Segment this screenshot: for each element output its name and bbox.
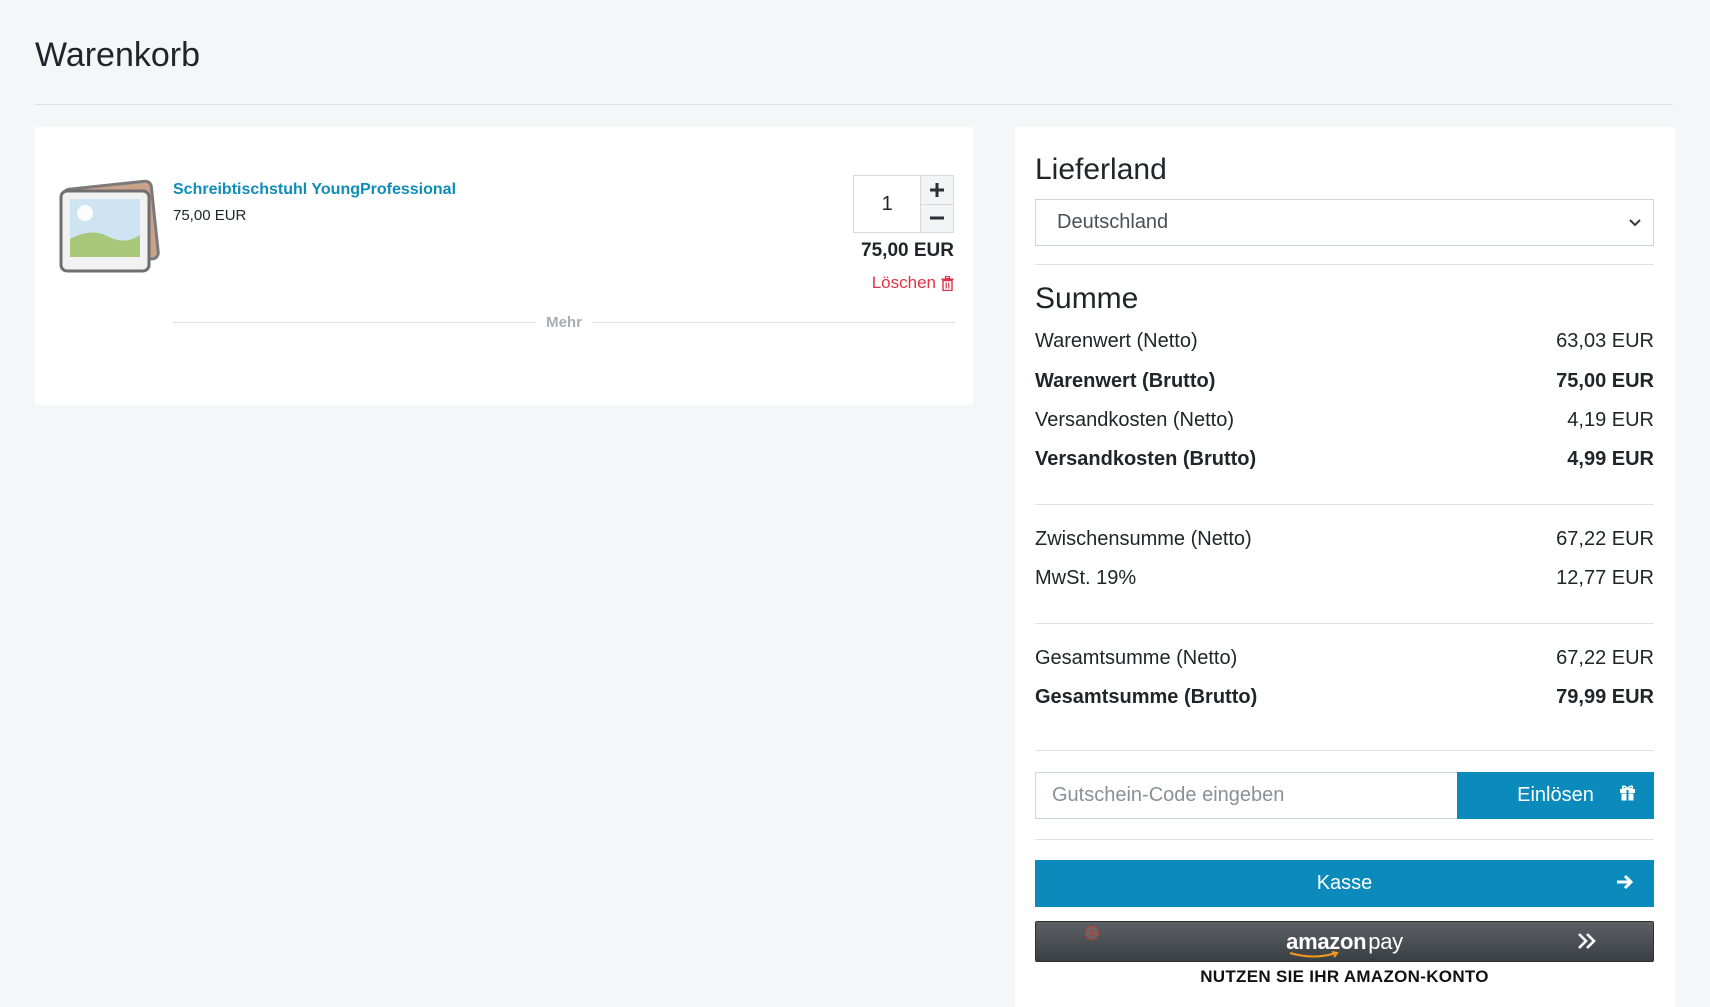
page-title: Warenkorb	[35, 36, 201, 74]
row-value: 12,77 EUR	[1556, 567, 1654, 589]
summary-row-total-net: Gesamtsumme (Netto) 67,22 EUR	[1035, 647, 1654, 670]
amazon-smile-icon	[1289, 950, 1339, 958]
country-select[interactable]: Deutschland	[1035, 199, 1654, 246]
product-unit-price: 75,00 EUR	[173, 207, 247, 224]
gift-icon	[1620, 785, 1635, 801]
coupon-code-input[interactable]	[1035, 772, 1458, 819]
divider	[1035, 264, 1654, 265]
more-toggle[interactable]: Mehr	[173, 311, 955, 333]
title-divider	[35, 104, 1673, 105]
row-label: Gesamtsumme (Netto)	[1035, 647, 1238, 669]
country-heading: Lieferland	[1035, 153, 1167, 186]
more-divider-right	[591, 321, 955, 323]
quantity-buttons	[920, 176, 953, 232]
checkout-label: Kasse	[1316, 872, 1373, 894]
double-chevron-right-icon	[1578, 933, 1596, 949]
sum-heading: Summe	[1035, 282, 1139, 315]
summary-row-goods-net: Warenwert (Netto) 63,03 EUR	[1035, 330, 1654, 353]
scroll-badge-icon: S	[1085, 926, 1099, 940]
row-label: Warenwert (Netto)	[1035, 330, 1198, 352]
row-value: 4,19 EUR	[1567, 409, 1654, 431]
more-divider-left	[173, 321, 537, 323]
row-value: 63,03 EUR	[1556, 330, 1654, 352]
amazon-pay-logo: amazonpay	[1286, 928, 1403, 958]
divider	[1035, 839, 1654, 840]
trash-icon	[941, 275, 954, 291]
quantity-stepper: 1	[853, 175, 954, 233]
arrow-right-icon	[1617, 874, 1634, 890]
row-value: 67,22 EUR	[1556, 647, 1654, 669]
summary-row-goods-gross: Warenwert (Brutto) 75,00 EUR	[1035, 370, 1654, 393]
chevron-down-icon	[1629, 219, 1641, 227]
divider	[1035, 750, 1654, 751]
redeem-coupon-button[interactable]: Einlösen	[1457, 772, 1654, 819]
country-selected-value: Deutschland	[1057, 211, 1169, 233]
summary-panel: Lieferland Deutschland Summe Warenwert (…	[1015, 127, 1675, 1007]
minus-icon	[930, 216, 945, 220]
increase-quantity-button[interactable]	[921, 176, 953, 204]
image-placeholder-icon[interactable]	[57, 177, 161, 277]
summary-row-shipping-gross: Versandkosten (Brutto) 4,99 EUR	[1035, 448, 1654, 471]
redeem-label: Einlösen	[1517, 784, 1594, 806]
delete-label: Löschen	[871, 273, 936, 292]
plus-icon	[930, 182, 945, 197]
row-value: 75,00 EUR	[1556, 370, 1654, 392]
amazon-pay-caption: NUTZEN SIE IHR AMAZON-KONTO	[1200, 967, 1489, 986]
delete-item-button[interactable]: Löschen	[872, 273, 954, 293]
row-label: Versandkosten (Brutto)	[1035, 448, 1257, 470]
row-value: 79,99 EUR	[1556, 686, 1654, 708]
divider	[1035, 623, 1654, 624]
row-value: 4,99 EUR	[1567, 448, 1654, 470]
row-label: MwSt. 19%	[1035, 567, 1137, 589]
amazon-pay-text: pay	[1368, 928, 1403, 954]
row-label: Zwischensumme (Netto)	[1035, 528, 1252, 550]
summary-row-total-gross: Gesamtsumme (Brutto) 79,99 EUR	[1035, 686, 1654, 709]
product-name-link[interactable]: Schreibtischstuhl YoungProfessional	[173, 181, 456, 199]
checkout-button[interactable]: Kasse	[1035, 860, 1654, 907]
row-value: 67,22 EUR	[1556, 528, 1654, 550]
cart-panel: Schreibtischstuhl YoungProfessional 75,0…	[35, 127, 973, 405]
row-label: Gesamtsumme (Brutto)	[1035, 686, 1258, 708]
amazon-pay-button[interactable]: S amazonpay	[1035, 921, 1654, 962]
summary-row-shipping-net: Versandkosten (Netto) 4,19 EUR	[1035, 409, 1654, 432]
summary-row-vat: MwSt. 19% 12,77 EUR	[1035, 567, 1654, 590]
divider	[1035, 504, 1654, 505]
line-total: 75,00 EUR	[861, 240, 954, 261]
more-label: Mehr	[546, 313, 582, 331]
decrease-quantity-button[interactable]	[921, 203, 953, 232]
row-label: Warenwert (Brutto)	[1035, 370, 1216, 392]
row-label: Versandkosten (Netto)	[1035, 409, 1234, 431]
quantity-input[interactable]: 1	[854, 176, 921, 232]
summary-row-subtotal-net: Zwischensumme (Netto) 67,22 EUR	[1035, 528, 1654, 551]
